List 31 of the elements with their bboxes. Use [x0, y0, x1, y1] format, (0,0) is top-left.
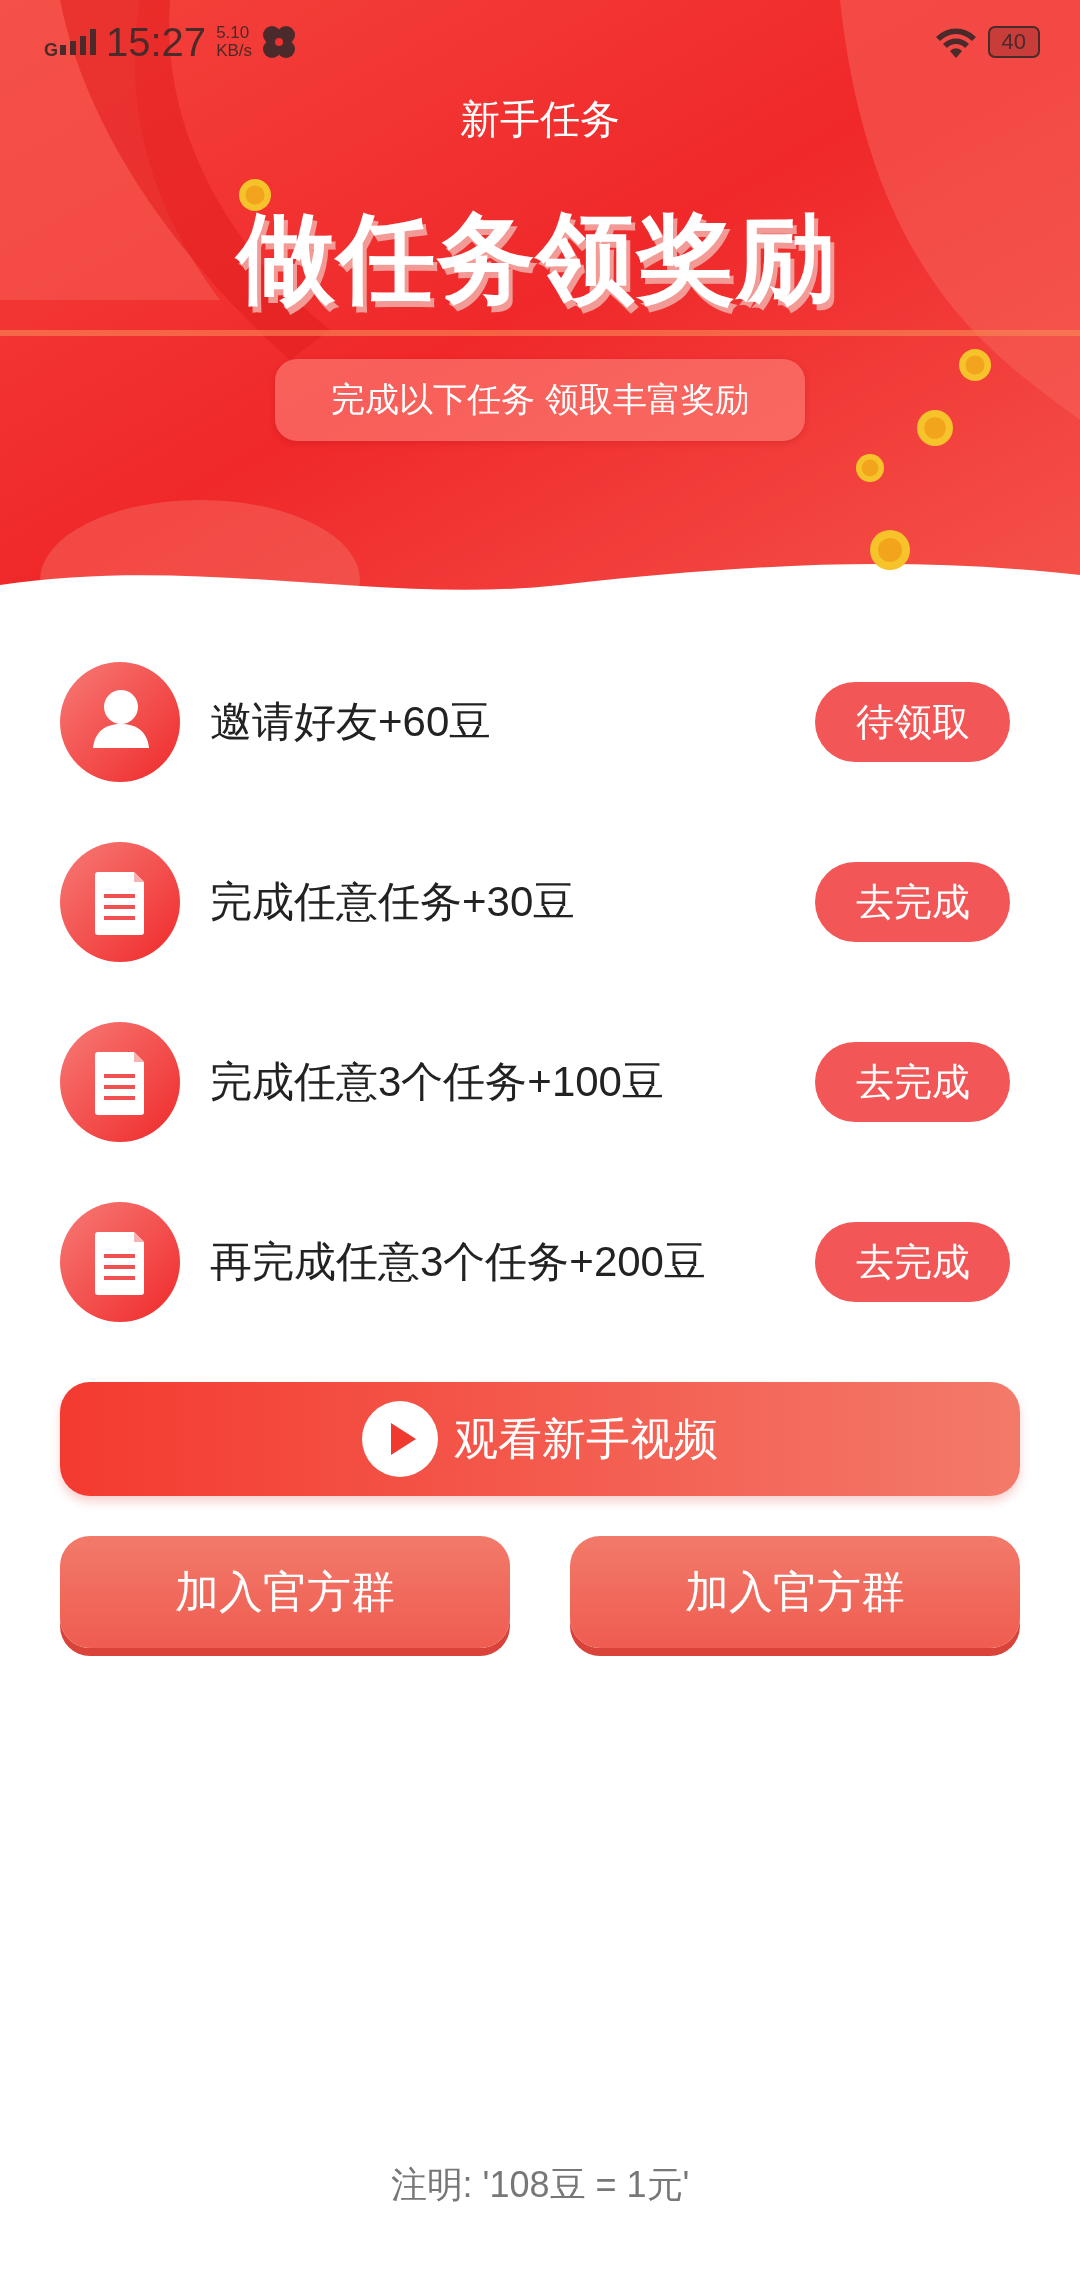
- task-label: 邀请好友+60豆: [210, 697, 493, 747]
- coin-icon: [239, 179, 271, 211]
- document-icon: [60, 842, 180, 962]
- document-icon: [60, 1022, 180, 1142]
- coin-icon: [917, 410, 953, 446]
- task-action-button[interactable]: 去完成: [815, 1042, 1010, 1122]
- fan-icon: [262, 25, 297, 59]
- network-speed: 5.10: [216, 24, 251, 42]
- watch-video-button[interactable]: 观看新手视频: [60, 1382, 1020, 1496]
- task-action-button[interactable]: 待领取: [815, 682, 1010, 762]
- document-icon: [60, 1202, 180, 1322]
- watch-video-label: 观看新手视频: [454, 1412, 718, 1465]
- task-label: 完成任意3个任务+100豆: [210, 1057, 665, 1107]
- play-icon: [362, 1401, 438, 1477]
- banner-headline: 做任务领奖励: [234, 202, 838, 315]
- task-label: 再完成任意3个任务+200豆: [210, 1237, 707, 1287]
- speed-unit: KB/s: [216, 42, 253, 60]
- coin-icon: [870, 530, 910, 570]
- clock-time: 15:27: [106, 19, 207, 65]
- battery-indicator: 40: [987, 26, 1040, 58]
- signal-icon: [60, 29, 96, 55]
- coin-icon: [959, 349, 991, 381]
- network-type: G: [44, 39, 58, 61]
- task-action-button[interactable]: 去完成: [815, 862, 1010, 942]
- exchange-note: 注明: '108豆 = 1元': [389, 2163, 691, 2207]
- banner-subtitle: 完成以下任务 领取丰富奖励: [275, 359, 805, 441]
- coin-icon: [856, 454, 884, 482]
- person-icon: [60, 662, 180, 782]
- task-label: 完成任意任务+30豆: [210, 877, 577, 927]
- page-title: 新手任务: [460, 96, 620, 143]
- task-action-button[interactable]: 去完成: [815, 1222, 1010, 1302]
